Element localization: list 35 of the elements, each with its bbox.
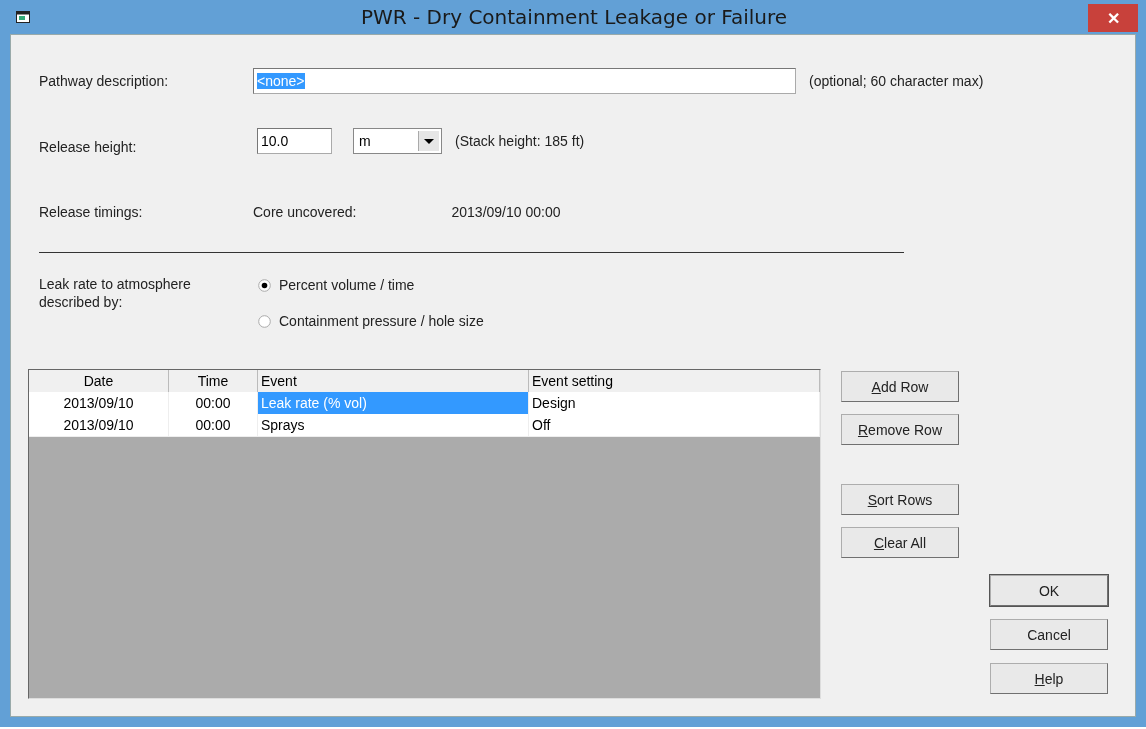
column-header[interactable]: Date xyxy=(29,370,169,393)
table-cell: 00:00 xyxy=(169,414,258,437)
row-button[interactable]: Add Row xyxy=(841,371,959,402)
close-button[interactable]: ✕ xyxy=(1088,4,1138,32)
table-cell: 2013/09/10 xyxy=(29,414,169,437)
dialog-button[interactable]: OK xyxy=(990,575,1108,606)
radio-option[interactable]: Containment pressure / hole size xyxy=(258,311,484,331)
table-cell: 2013/09/10 xyxy=(29,392,169,415)
field-label: Pathway description: xyxy=(39,73,170,89)
table-cell: Off xyxy=(529,414,820,437)
table-cell: Leak rate (% vol) xyxy=(258,392,529,415)
event-label: Core uncovered: xyxy=(253,204,357,220)
caret-icon xyxy=(418,131,439,151)
column-header[interactable]: Event setting xyxy=(529,370,820,393)
table-cell: Sprays xyxy=(258,414,529,437)
row-button[interactable]: Remove Row xyxy=(841,414,959,445)
dialog-button[interactable]: Cancel xyxy=(990,619,1108,650)
window-title: PWR - Dry Containment Leakage or Failure xyxy=(359,5,789,29)
row-button[interactable]: Sort Rows xyxy=(841,484,959,515)
table-cell: 00:00 xyxy=(169,392,258,415)
window-icon xyxy=(16,11,30,23)
event-time: 2013/09/10 00:00 xyxy=(451,204,561,220)
field-label: Leak rate to atmosphere described by: xyxy=(39,275,192,312)
row-button[interactable]: Clear All xyxy=(841,527,959,558)
unit-dropdown[interactable]: m xyxy=(353,128,442,154)
field-label: Release timings: xyxy=(39,204,144,220)
table-cell: Design xyxy=(529,392,820,415)
hint-text: (optional; 60 character max) xyxy=(809,73,984,89)
column-header[interactable]: Event xyxy=(258,370,529,393)
input-field[interactable]: 10.0 xyxy=(257,128,332,154)
column-header[interactable]: Time xyxy=(169,370,258,393)
dialog-button[interactable]: Help xyxy=(990,663,1108,694)
stack-height-text: (Stack height: 185 ft) xyxy=(455,133,585,149)
field-label: Release height: xyxy=(39,139,138,155)
radio-option[interactable]: Percent volume / time xyxy=(258,275,484,295)
